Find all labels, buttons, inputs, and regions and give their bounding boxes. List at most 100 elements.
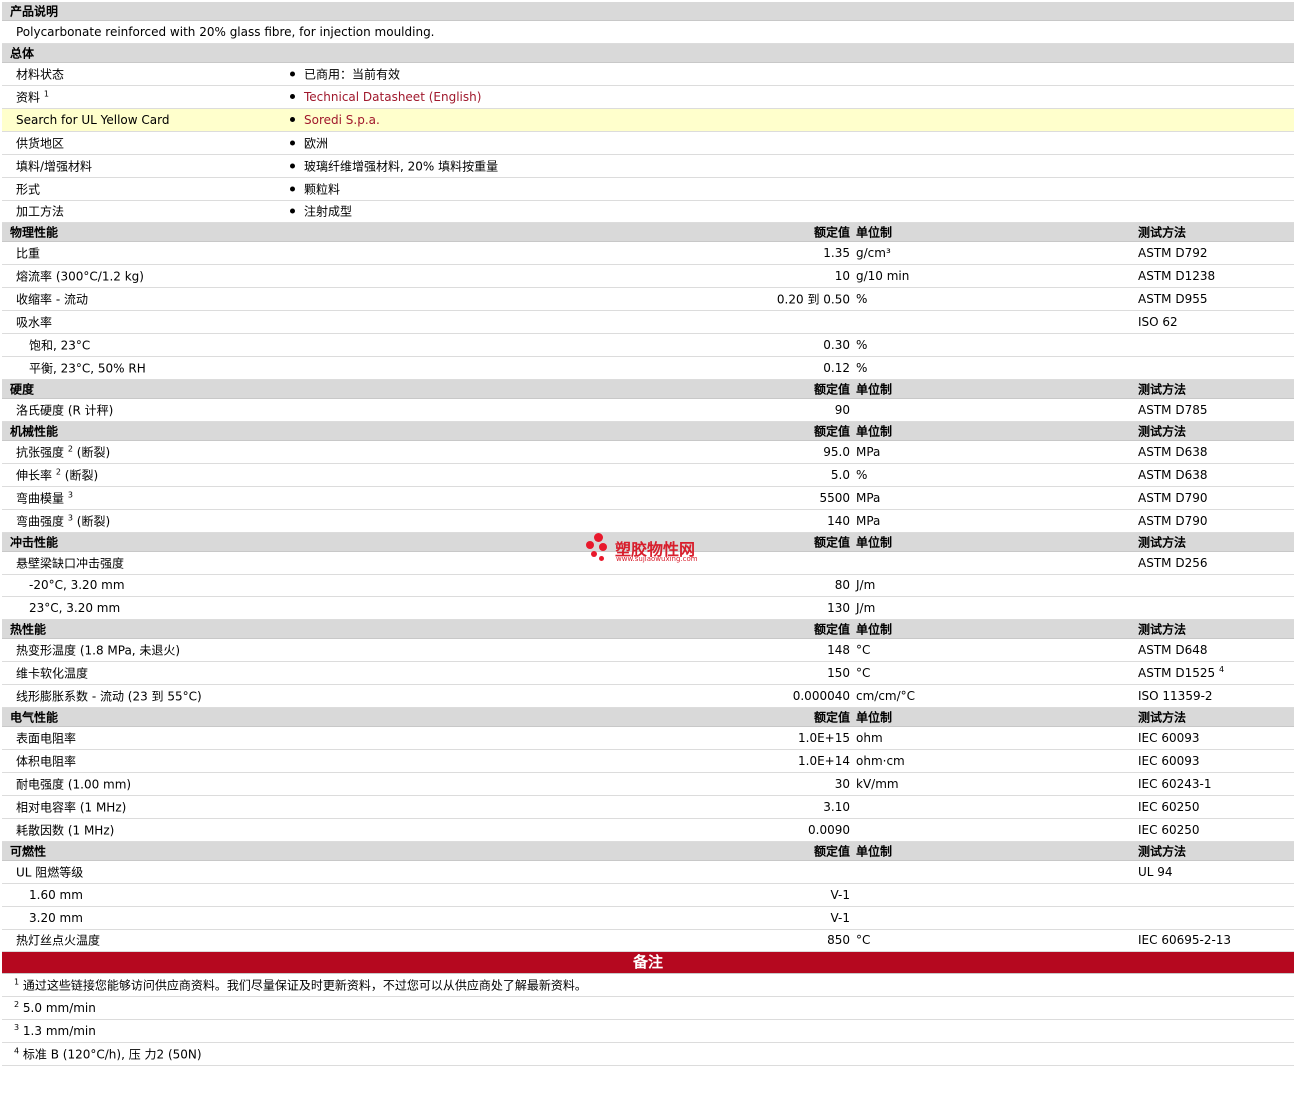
property-label-text: 比重 xyxy=(16,246,41,261)
notes-title: 备注 xyxy=(632,953,663,972)
section-title: 硬度 xyxy=(10,382,35,397)
property-label: 悬壁梁缺口冲击强度 xyxy=(16,554,124,571)
property-value: 0.30 xyxy=(823,338,850,353)
property-method-text: ASTM D785 xyxy=(1138,402,1208,417)
property-label: 耗散因数 (1 MHz) xyxy=(16,821,114,838)
note-item: 3 1.3 mm/min xyxy=(2,1020,1294,1044)
property-row: 热变形温度 (1.8 MPa, 未退火) 148 °C ASTM D648 xyxy=(2,639,1294,663)
column-header-value: 额定值 xyxy=(813,710,850,725)
property-row: 表面电阻率 1.0E+15 ohm IEC 60093 xyxy=(2,727,1294,751)
bullet-icon xyxy=(290,140,295,146)
property-unit: J/m xyxy=(856,601,876,616)
general-value-text: 颗粒料 xyxy=(304,182,341,197)
property-method: ISO 62 xyxy=(1138,315,1178,329)
bullet-icon xyxy=(290,93,295,99)
general-value-link[interactable]: Soredi S.p.a. xyxy=(304,113,380,127)
note-number: 4 xyxy=(14,1046,20,1056)
logo-dot xyxy=(599,543,607,551)
property-label-text: 伸长率 xyxy=(16,468,53,483)
section-title: 物理性能 xyxy=(10,225,59,240)
note-content: 2 5.0 mm/min xyxy=(14,1001,96,1016)
watermark-url: www.sujiaowuxing.com xyxy=(616,555,698,563)
property-method-text: ASTM D790 xyxy=(1138,513,1208,528)
property-label-text: 抗张强度 xyxy=(16,445,65,460)
general-row: 资料 1 Technical Datasheet (English) xyxy=(2,86,1294,109)
property-unit: g/cm³ xyxy=(856,246,891,261)
property-method-text: ASTM D955 xyxy=(1138,292,1208,307)
property-label-text: 熔流率 (300°C/1.2 kg) xyxy=(16,269,144,284)
section-header: 可燃性 额定值 单位制 测试方法 xyxy=(2,841,1294,861)
property-method: ISO 11359-2 xyxy=(1138,689,1213,703)
section-title: 机械性能 xyxy=(10,424,59,439)
general-value: Technical Datasheet (English) xyxy=(290,90,481,104)
column-header-method: 测试方法 xyxy=(1138,225,1187,240)
property-row: 弯曲模量 3 5500 MPa ASTM D790 xyxy=(2,487,1294,510)
notes-header: 备注 xyxy=(2,952,1294,975)
property-method: IEC 60695-2-13 xyxy=(1138,933,1231,947)
general-label-text: 资料 xyxy=(16,90,41,105)
property-label: 线形膨胀系数 - 流动 (23 到 55°C) xyxy=(16,688,202,705)
general-row: 加工方法 注射成型 xyxy=(2,201,1294,224)
property-row: 耗散因数 (1 MHz) 0.0090 IEC 60250 xyxy=(2,819,1294,842)
property-label-text: 1.60 mm xyxy=(29,887,83,902)
property-method-text: ASTM D648 xyxy=(1138,643,1208,658)
property-value: 150 xyxy=(827,666,850,681)
property-row: 23°C, 3.20 mm 130 J/m xyxy=(2,597,1294,621)
note-number: 1 xyxy=(14,977,20,987)
property-method: ASTM D1238 xyxy=(1138,269,1215,283)
property-value: 130 xyxy=(827,601,850,616)
property-label-text: 洛氏硬度 (R 计秤) xyxy=(16,403,114,418)
property-unit: % xyxy=(856,292,868,307)
property-method-text: IEC 60093 xyxy=(1138,754,1200,768)
section-title: 冲击性能 xyxy=(10,535,59,550)
property-value: 850 xyxy=(827,933,850,948)
footnote-ref: 3 xyxy=(67,490,73,500)
property-label-text: 体积电阻率 xyxy=(16,754,77,769)
column-header-value: 额定值 xyxy=(813,622,850,637)
property-method: UL 94 xyxy=(1138,865,1173,879)
property-unit: °C xyxy=(856,933,871,948)
bullet-icon xyxy=(290,186,295,192)
property-unit: ohm xyxy=(856,731,883,746)
note-text: 1.3 mm/min xyxy=(22,1024,96,1039)
property-value: 30 xyxy=(834,776,850,791)
property-label-text: 3.20 mm xyxy=(29,910,83,925)
note-item: 2 5.0 mm/min xyxy=(2,997,1294,1021)
property-unit: % xyxy=(856,467,868,482)
property-label-text: 线形膨胀系数 - 流动 (23 到 55°C) xyxy=(16,689,202,704)
general-value: 欧洲 xyxy=(290,134,328,151)
property-method-text: IEC 60250 xyxy=(1138,822,1200,837)
section-header: 电气性能 额定值 单位制 测试方法 xyxy=(2,708,1294,728)
property-value: 0.0090 xyxy=(808,822,850,837)
property-method: ASTM D790 xyxy=(1138,491,1207,505)
property-label-text: 弯曲强度 xyxy=(16,514,65,529)
logo-dot xyxy=(599,556,604,561)
property-value: 0.20 到 0.50 xyxy=(776,292,850,307)
property-label: 23°C, 3.20 mm xyxy=(29,601,120,615)
property-method: IEC 60243-1 xyxy=(1138,777,1211,791)
property-label: 1.60 mm xyxy=(29,888,83,902)
general-value-text: 欧洲 xyxy=(304,136,329,151)
property-value: 140 xyxy=(827,513,850,528)
column-header-method: 测试方法 xyxy=(1138,424,1187,439)
general-row: 供货地区 欧洲 xyxy=(2,132,1294,155)
property-row: 收缩率 - 流动 0.20 到 0.50% ASTM D955 xyxy=(2,288,1294,312)
description-header: 产品说明 xyxy=(2,2,1294,21)
general-value-link[interactable]: Technical Datasheet (English) xyxy=(304,90,481,104)
property-label-text: 相对电容率 (1 MHz) xyxy=(16,800,127,815)
property-method: ASTM D790 xyxy=(1138,514,1207,528)
general-label: 材料状态 xyxy=(16,65,64,82)
property-unit: J/m xyxy=(856,578,876,593)
column-header-unit: 单位制 xyxy=(856,382,893,397)
property-value: 5500 xyxy=(819,490,850,505)
property-value: 10 xyxy=(834,269,850,284)
property-row: 抗张强度 2 (断裂) 95.0 MPa ASTM D638 xyxy=(2,441,1294,464)
note-content: 3 1.3 mm/min xyxy=(14,1024,96,1039)
property-row: -20°C, 3.20 mm 80 J/m xyxy=(2,575,1294,598)
property-label: -20°C, 3.20 mm xyxy=(29,578,125,592)
general-label: 填料/增强材料 xyxy=(16,157,92,174)
property-method: ASTM D1525 4 xyxy=(1138,666,1224,681)
note-text: 5.0 mm/min xyxy=(22,1001,96,1016)
property-unit: MPa xyxy=(856,444,881,459)
property-method-text: ASTM D638 xyxy=(1138,444,1208,459)
